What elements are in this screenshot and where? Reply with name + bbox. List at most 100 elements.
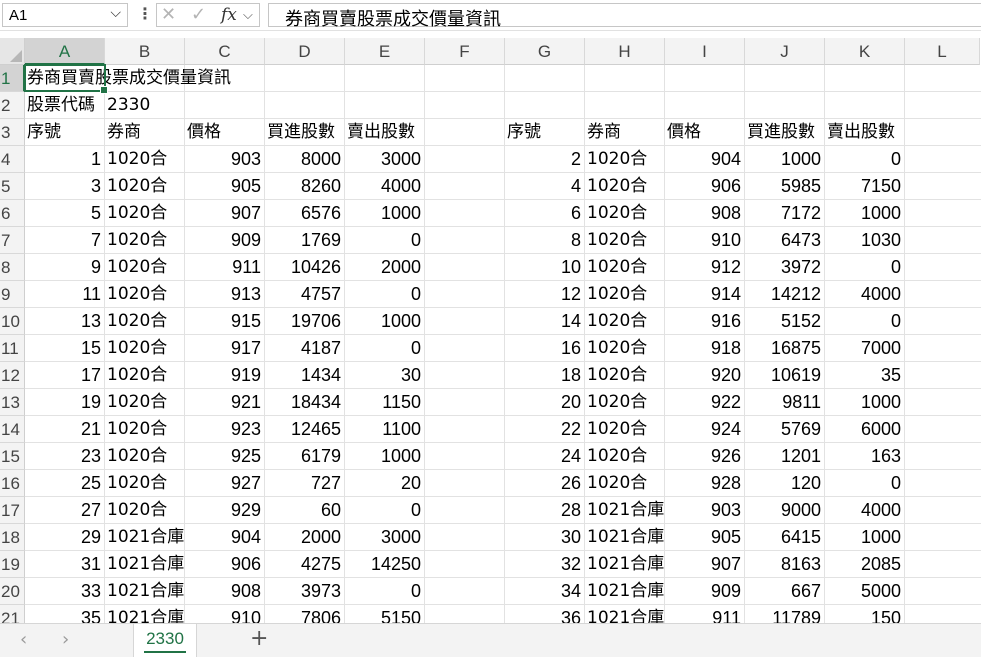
table-cell[interactable]: 903 (185, 146, 261, 172)
column-header-e[interactable]: E (345, 38, 425, 65)
table-cell[interactable]: 4 (505, 173, 581, 199)
table-cell[interactable]: 917 (185, 335, 261, 361)
table-cell[interactable]: 0 (345, 497, 421, 523)
header-right-1[interactable]: 券商 (585, 119, 621, 145)
formula-input[interactable]: 券商買賣股票成交價量資訊 (268, 3, 981, 30)
table-cell[interactable]: 923 (185, 416, 261, 442)
table-cell[interactable]: 14 (505, 308, 581, 334)
table-cell[interactable]: 1020合 (105, 281, 167, 307)
table-cell[interactable]: 1021合庫 (585, 551, 664, 577)
table-cell[interactable]: 150 (825, 605, 901, 623)
table-cell[interactable]: 1020合 (105, 443, 167, 469)
header-left-4[interactable]: 賣出股數 (345, 119, 415, 145)
table-cell[interactable]: 916 (665, 308, 741, 334)
column-header-h[interactable]: H (585, 38, 665, 65)
table-cell[interactable]: 7000 (825, 335, 901, 361)
table-cell[interactable]: 1020合 (585, 443, 647, 469)
row-header-6[interactable]: 6 (0, 200, 25, 227)
table-cell[interactable]: 1020合 (585, 227, 647, 253)
table-cell[interactable]: 905 (665, 524, 741, 550)
function-dropdown-icon[interactable]: ⌵ (243, 8, 253, 23)
table-cell[interactable]: 30 (345, 362, 421, 388)
table-cell[interactable]: 727 (265, 470, 341, 496)
table-cell[interactable]: 26 (505, 470, 581, 496)
table-cell[interactable]: 1020合 (585, 389, 647, 415)
column-header-k[interactable]: K (825, 38, 905, 65)
next-sheet-icon[interactable]: › (62, 629, 69, 650)
table-cell[interactable]: 5000 (825, 578, 901, 604)
table-cell[interactable]: 1000 (345, 443, 421, 469)
cell-a2-label[interactable]: 股票代碼 (25, 92, 95, 118)
table-cell[interactable]: 4187 (265, 335, 341, 361)
table-cell[interactable]: 9 (25, 254, 101, 280)
table-cell[interactable]: 1020合 (585, 470, 647, 496)
table-cell[interactable]: 1020合 (105, 200, 167, 226)
table-cell[interactable]: 6 (505, 200, 581, 226)
table-cell[interactable]: 13 (25, 308, 101, 334)
header-left-0[interactable]: 序號 (25, 119, 61, 145)
table-cell[interactable]: 909 (185, 227, 261, 253)
table-cell[interactable]: 914 (665, 281, 741, 307)
table-cell[interactable]: 60 (265, 497, 341, 523)
table-cell[interactable]: 9811 (745, 389, 821, 415)
table-cell[interactable]: 1020合 (585, 416, 647, 442)
column-header-a[interactable]: A (25, 38, 105, 65)
table-cell[interactable]: 7150 (825, 173, 901, 199)
table-cell[interactable]: 906 (665, 173, 741, 199)
row-header-5[interactable]: 5 (0, 173, 25, 200)
table-cell[interactable]: 1000 (345, 200, 421, 226)
table-cell[interactable]: 0 (825, 308, 901, 334)
table-cell[interactable]: 1434 (265, 362, 341, 388)
table-cell[interactable]: 908 (185, 578, 261, 604)
table-cell[interactable]: 3973 (265, 578, 341, 604)
table-cell[interactable]: 24 (505, 443, 581, 469)
header-right-3[interactable]: 買進股數 (745, 119, 815, 145)
insert-function-icon[interactable]: fx (221, 5, 237, 25)
column-header-d[interactable]: D (265, 38, 345, 65)
table-cell[interactable]: 1020合 (585, 281, 647, 307)
table-cell[interactable]: 1020合 (105, 389, 167, 415)
table-cell[interactable]: 6179 (265, 443, 341, 469)
row-header-3[interactable]: 3 (0, 119, 25, 146)
table-cell[interactable]: 2000 (345, 254, 421, 280)
table-cell[interactable]: 18434 (265, 389, 341, 415)
table-cell[interactable]: 29 (25, 524, 101, 550)
table-cell[interactable]: 16875 (745, 335, 821, 361)
table-cell[interactable]: 907 (665, 551, 741, 577)
row-header-20[interactable]: 20 (0, 578, 25, 605)
header-right-4[interactable]: 賣出股數 (825, 119, 895, 145)
table-cell[interactable]: 911 (185, 254, 261, 280)
table-cell[interactable]: 14212 (745, 281, 821, 307)
table-cell[interactable]: 908 (665, 200, 741, 226)
table-cell[interactable]: 1020合 (105, 335, 167, 361)
table-cell[interactable]: 1020合 (585, 254, 647, 280)
header-left-1[interactable]: 券商 (105, 119, 141, 145)
table-cell[interactable]: 6415 (745, 524, 821, 550)
table-cell[interactable]: 905 (185, 173, 261, 199)
table-cell[interactable]: 8163 (745, 551, 821, 577)
table-cell[interactable]: 3000 (345, 524, 421, 550)
table-cell[interactable]: 3 (25, 173, 101, 199)
table-cell[interactable]: 0 (825, 470, 901, 496)
table-cell[interactable]: 924 (665, 416, 741, 442)
table-cell[interactable]: 0 (345, 281, 421, 307)
table-cell[interactable]: 35 (25, 605, 101, 623)
table-cell[interactable]: 3972 (745, 254, 821, 280)
column-header-c[interactable]: C (185, 38, 265, 65)
table-cell[interactable]: 35 (825, 362, 901, 388)
table-cell[interactable]: 2000 (265, 524, 341, 550)
row-header-9[interactable]: 9 (0, 281, 25, 308)
table-cell[interactable]: 1021合庫 (585, 605, 664, 623)
table-cell[interactable]: 20 (345, 470, 421, 496)
table-cell[interactable]: 1021合庫 (105, 551, 184, 577)
table-cell[interactable]: 904 (185, 524, 261, 550)
table-cell[interactable]: 0 (345, 578, 421, 604)
table-cell[interactable]: 1021合庫 (585, 524, 664, 550)
table-cell[interactable]: 919 (185, 362, 261, 388)
table-cell[interactable]: 6473 (745, 227, 821, 253)
table-cell[interactable]: 909 (665, 578, 741, 604)
table-cell[interactable]: 7172 (745, 200, 821, 226)
header-left-2[interactable]: 價格 (185, 119, 221, 145)
table-cell[interactable]: 9000 (745, 497, 821, 523)
table-cell[interactable]: 10426 (265, 254, 341, 280)
